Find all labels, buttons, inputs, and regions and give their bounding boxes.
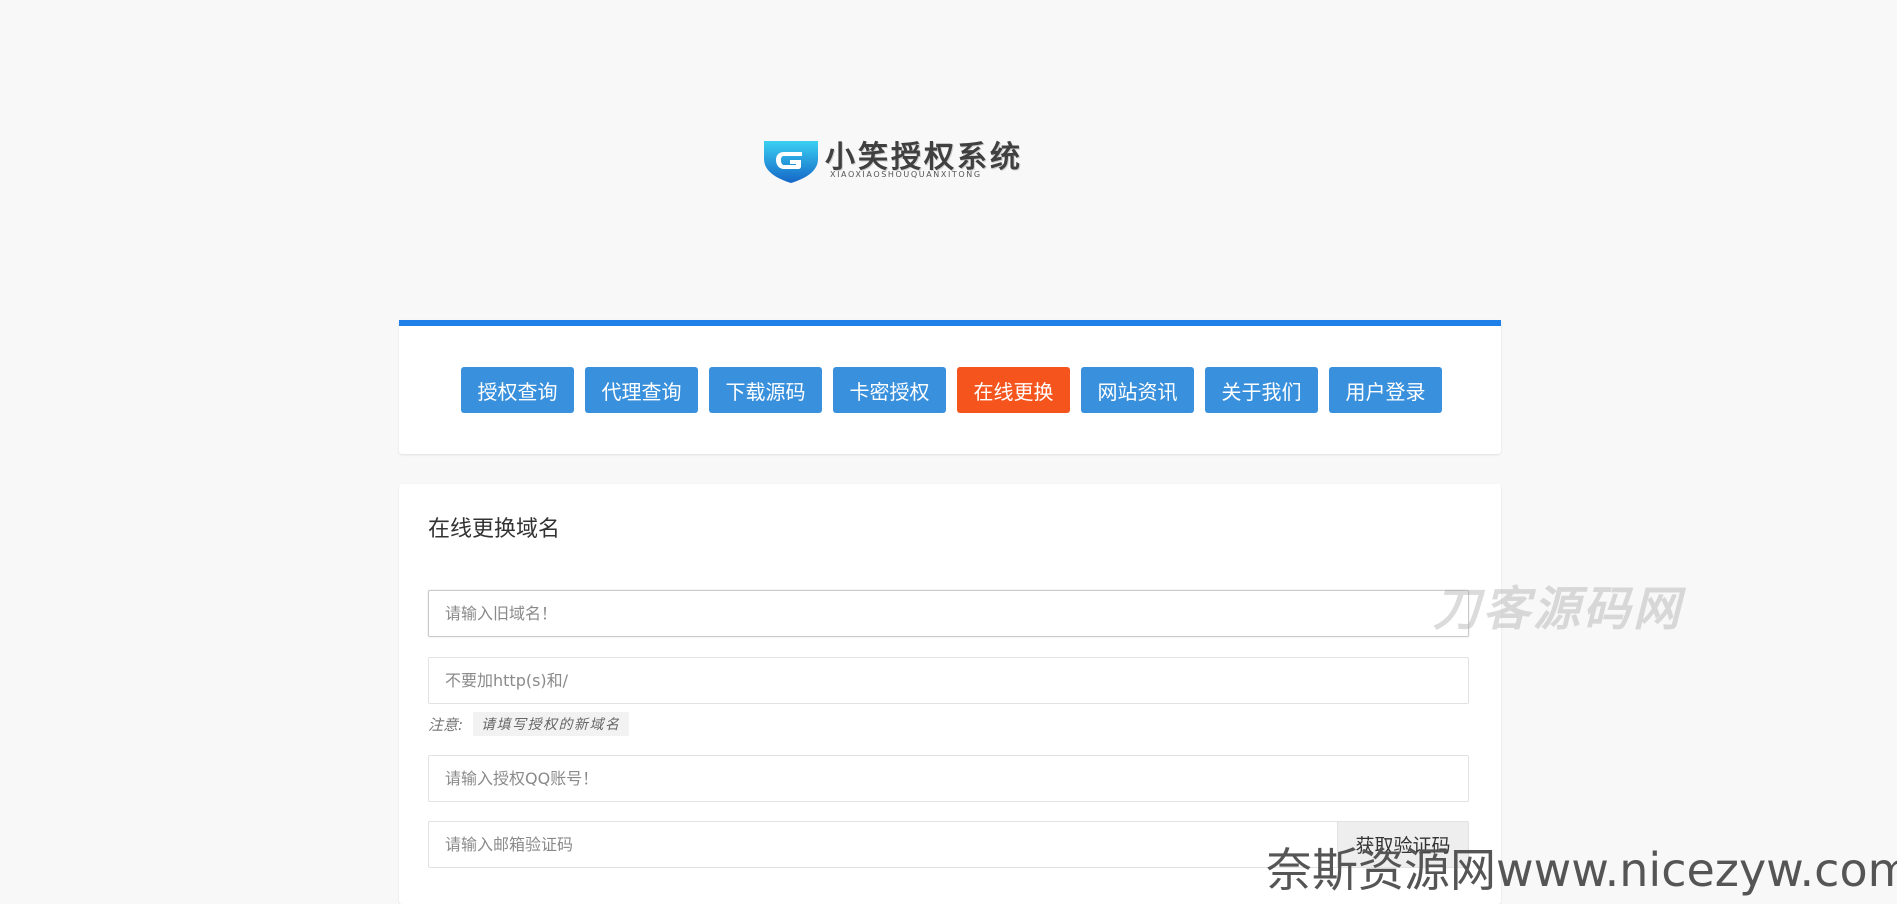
nav-online-change-button[interactable]: 在线更换 <box>957 367 1070 413</box>
watermark-bottom: 奈斯资源网www.nicezyw.com <box>1266 843 1897 897</box>
logo-subtitle: XIAOXIAOSHOUQUANXITONG <box>830 170 982 179</box>
site-logo: 小笑授权系统 XIAOXIAOSHOUQUANXITONG <box>762 136 1092 186</box>
watermark-top: 刀客源码网 <box>1433 582 1683 637</box>
qq-account-input[interactable] <box>428 755 1469 802</box>
nav-user-login-button[interactable]: 用户登录 <box>1329 367 1442 413</box>
domain-note: 注意: 请填写授权的新域名 <box>428 712 629 736</box>
nav-agent-query-button[interactable]: 代理查询 <box>585 367 698 413</box>
nav-site-news-button[interactable]: 网站资讯 <box>1081 367 1194 413</box>
form-title: 在线更换域名 <box>428 517 561 542</box>
nav-card: 授权查询 代理查询 下载源码 卡密授权 在线更换 网站资讯 关于我们 用户登录 <box>399 320 1501 454</box>
main-nav: 授权查询 代理查询 下载源码 卡密授权 在线更换 网站资讯 关于我们 用户登录 <box>461 367 1453 413</box>
nav-card-license-button[interactable]: 卡密授权 <box>833 367 946 413</box>
email-code-input[interactable] <box>428 821 1338 868</box>
note-label: 注意: <box>428 715 464 734</box>
old-domain-input[interactable] <box>428 590 1469 637</box>
note-text: 请填写授权的新域名 <box>473 712 629 736</box>
shield-logo-icon <box>764 141 818 183</box>
nav-license-query-button[interactable]: 授权查询 <box>461 367 574 413</box>
nav-download-source-button[interactable]: 下载源码 <box>709 367 822 413</box>
nav-about-us-button[interactable]: 关于我们 <box>1205 367 1318 413</box>
new-domain-input[interactable] <box>428 657 1469 704</box>
